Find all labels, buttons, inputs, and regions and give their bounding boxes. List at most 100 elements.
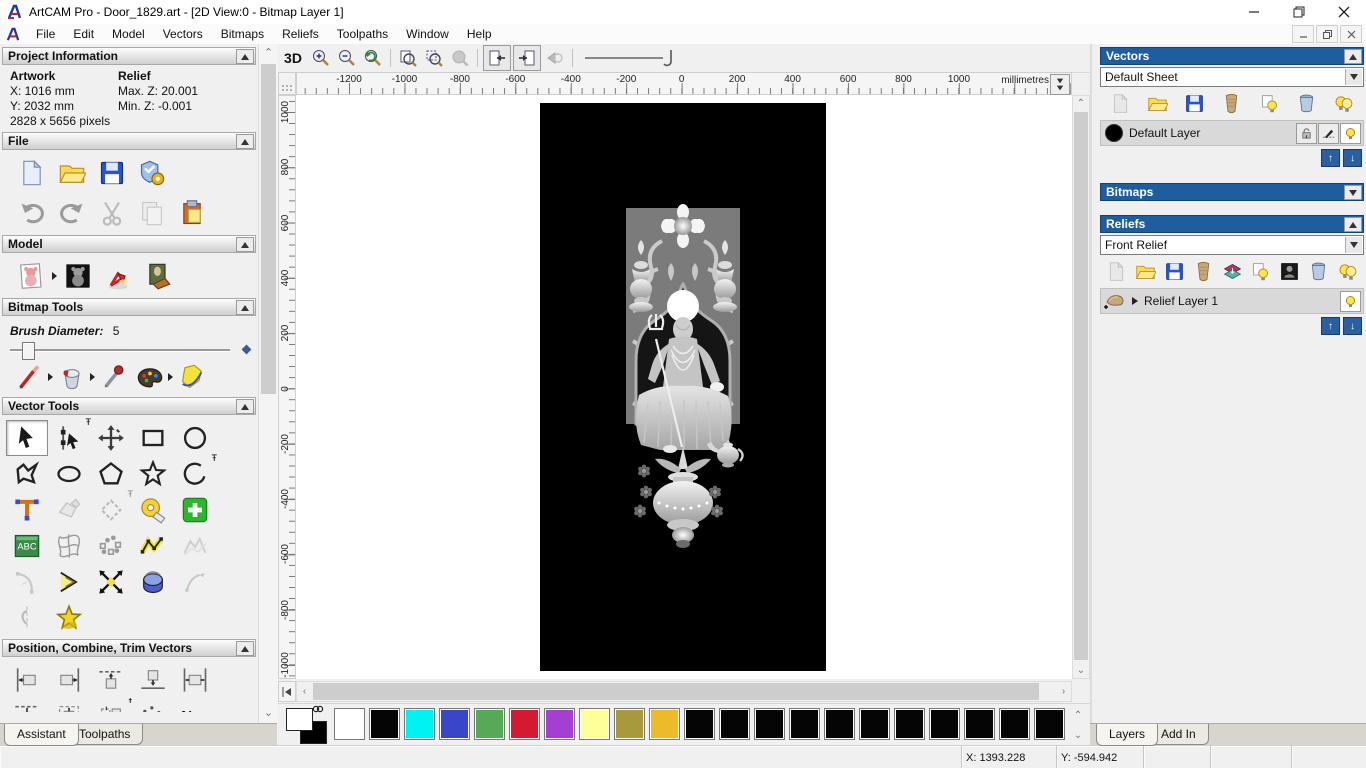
expand-bitmaps-panel-button[interactable] (1344, 185, 1362, 200)
bitmap-artwork[interactable] (540, 103, 826, 671)
canvas-2d-view[interactable] (296, 95, 1072, 679)
dropdown-arrow-icon[interactable] (1345, 237, 1362, 253)
vector-layer-row[interactable]: Default Layer (1100, 120, 1364, 146)
blend-spline-button[interactable] (174, 564, 216, 600)
move-layer-up-button[interactable]: ↑ (1321, 149, 1340, 167)
zoom-objects-button[interactable] (447, 46, 473, 70)
menu-model[interactable]: Model (103, 25, 154, 43)
palette-swatch[interactable] (509, 708, 540, 740)
palette-swatch[interactable] (614, 708, 645, 740)
relief-visibility-button[interactable] (1340, 291, 1361, 312)
merge-relief-layers-button[interactable] (1189, 261, 1218, 282)
node-editing-button[interactable] (48, 417, 91, 456)
align-right-button[interactable] (48, 662, 90, 698)
brush-diameter-slider[interactable] (10, 342, 252, 360)
combine-mode-icon[interactable] (1104, 292, 1126, 310)
model-sketch-flyout-icon[interactable] (52, 272, 57, 280)
model-texture-button[interactable] (138, 259, 178, 293)
palette-button[interactable] (132, 362, 168, 392)
create-text-button[interactable] (6, 492, 48, 528)
menu-bitmaps[interactable]: Bitmaps (212, 25, 273, 43)
flood-fill-button[interactable] (54, 362, 90, 392)
cut-button[interactable] (92, 196, 132, 230)
paste-array-button[interactable] (90, 528, 132, 564)
zoom-slider-handle[interactable] (663, 48, 677, 68)
relief-selector-dropdown[interactable]: Front Relief (1100, 235, 1364, 255)
paint-button[interactable] (12, 362, 48, 392)
model-lighting-button[interactable] (98, 259, 138, 293)
assistant-scrollbar[interactable]: ⌃ ⌄ (258, 44, 278, 723)
zoom-in-button[interactable] (308, 46, 334, 70)
vertical-scroll-thumb[interactable] (1074, 112, 1088, 660)
delete-vector-layer-button[interactable] (1288, 93, 1325, 114)
palette-swatch[interactable] (474, 708, 505, 740)
collapse-file-button[interactable] (236, 134, 254, 149)
new-model-button[interactable] (12, 156, 52, 190)
redo-button[interactable] (52, 196, 92, 230)
snap-layer-button[interactable] (1318, 123, 1339, 144)
toggle-relief-visibility-button[interactable] (1246, 261, 1275, 282)
palette-swatch[interactable] (369, 708, 400, 740)
zoom-out-button[interactable] (334, 46, 360, 70)
menu-edit[interactable]: Edit (64, 25, 103, 43)
save-model-button[interactable] (92, 156, 132, 190)
new-relief-layer-button[interactable] (1102, 261, 1131, 282)
open-vector-layer-button[interactable] (1139, 93, 1176, 114)
move-layer-down-button[interactable]: ↓ (1343, 149, 1362, 167)
palette-swatch[interactable] (684, 708, 715, 740)
menu-help[interactable]: Help (458, 25, 501, 43)
horizontal-scrollbar[interactable]: ‹ › (296, 681, 1072, 702)
model-sketch-button[interactable] (12, 259, 52, 293)
scroll-left-icon[interactable]: ‹ (297, 682, 312, 701)
palette-swatch[interactable] (439, 708, 470, 740)
palette-swatch[interactable] (929, 708, 960, 740)
align-top-button[interactable] (90, 662, 132, 698)
measure-tool-button[interactable] (132, 492, 174, 528)
scroll-down-icon[interactable]: ⌄ (261, 706, 276, 721)
paste-button[interactable] (132, 196, 172, 230)
assistant-scroll-thumb[interactable] (261, 64, 276, 394)
collapse-bitmap-tools-button[interactable] (236, 300, 254, 315)
toggle-layer-visibility-button[interactable] (1251, 93, 1288, 114)
align-bottom-button[interactable] (132, 662, 174, 698)
scroll-up-icon[interactable]: ⌃ (1073, 96, 1089, 111)
section-profile-button[interactable] (6, 600, 48, 636)
nesting-button[interactable]: Nes (174, 698, 216, 713)
primary-secondary-colour-chip[interactable] (286, 705, 332, 744)
pan-view-button[interactable] (542, 46, 568, 70)
scroll-up-icon[interactable]: ⌃ (261, 46, 276, 61)
colour-picker-button[interactable] (96, 362, 132, 392)
delete-relief-layer-button[interactable] (1304, 261, 1333, 282)
minimize-button[interactable] (1231, 0, 1276, 24)
reduce-colours-button[interactable] (174, 362, 210, 392)
zoom-previous-button[interactable] (360, 46, 386, 70)
zoom-box-button[interactable] (421, 46, 447, 70)
palette-swatch[interactable] (964, 708, 995, 740)
undo-button[interactable] (12, 196, 52, 230)
collapse-model-button[interactable] (236, 237, 254, 252)
palette-flyout-icon[interactable] (168, 373, 173, 381)
simplify-vectors-button[interactable] (174, 528, 216, 564)
link-colours-icon[interactable] (312, 704, 324, 714)
ruler-units-dropdown-button[interactable] (1050, 74, 1070, 95)
relief-layer-row[interactable]: Relief Layer 1 (1100, 288, 1364, 314)
create-rectangle-button[interactable] (132, 420, 174, 456)
sheet-selector-dropdown[interactable]: Default Sheet (1100, 67, 1364, 87)
layer-visibility-button[interactable] (1340, 123, 1361, 144)
palette-swatch[interactable] (999, 708, 1030, 740)
flood-fill-flyout-icon[interactable] (90, 373, 95, 381)
scroll-down-icon[interactable]: ⌄ (1073, 663, 1089, 678)
greyscale-preview-button[interactable] (1275, 261, 1304, 282)
slider-thumb[interactable] (22, 342, 35, 360)
create-polyline-button[interactable] (6, 456, 48, 492)
collapse-position-button[interactable] (236, 641, 254, 656)
palette-swatch[interactable] (894, 708, 925, 740)
align-left-button[interactable] (6, 662, 48, 698)
save-relief-layer-button[interactable] (1160, 261, 1189, 282)
paste-vector-button[interactable] (174, 492, 216, 528)
switch-to-3d-button[interactable]: 3D (278, 46, 308, 70)
align-centers-button[interactable] (48, 698, 90, 712)
palette-swatch[interactable] (824, 708, 855, 740)
restore-button[interactable] (1276, 0, 1321, 24)
create-polygon-button[interactable] (90, 456, 132, 492)
